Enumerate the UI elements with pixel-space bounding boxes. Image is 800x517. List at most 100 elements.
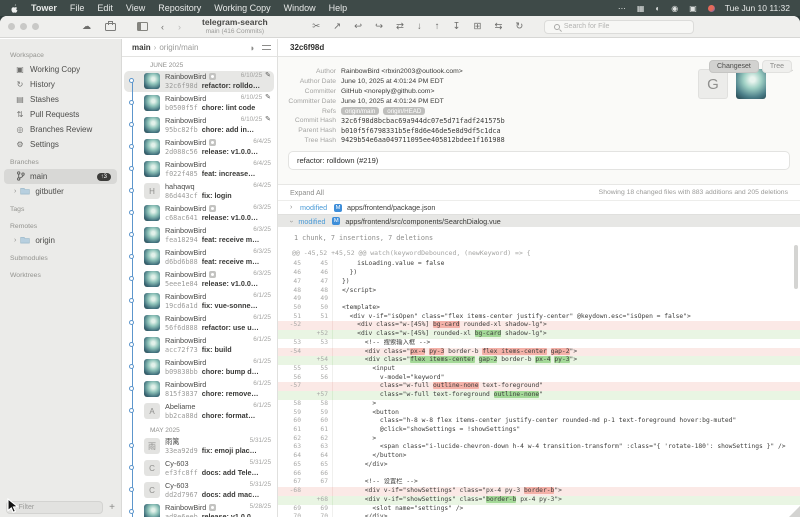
chevron-down-icon[interactable]: › (288, 220, 295, 222)
history-header: main › origin/main ◗ (122, 39, 277, 57)
sidebar-item-branches-review[interactable]: ◎ Branches Review (4, 122, 117, 137)
cloud-sync-icon[interactable]: ☁ (82, 21, 91, 32)
push-icon[interactable]: ↑ (435, 21, 440, 32)
commit-row[interactable]: RainbowBird 6/4/25 f022f485 feat: increase… (122, 158, 277, 180)
old-line-number: 55 (293, 365, 301, 372)
menu-item-tower[interactable]: Tower (31, 3, 57, 13)
detail-field-row: Refs origin/main origin/HEAD (278, 106, 800, 116)
commit-row[interactable]: RainbowBird 6/1/25 acc72f73 fix: build (122, 334, 277, 356)
chevron-right-icon[interactable]: › (290, 204, 300, 211)
upstream-branch[interactable]: origin/main (159, 43, 198, 52)
current-branch[interactable]: main (132, 43, 151, 52)
chevron-right-icon[interactable]: › (14, 237, 16, 244)
sidebar-item-main[interactable]: main ↑3 (4, 169, 117, 184)
menu-clock[interactable]: Tue Jun 10 11:32 (725, 3, 790, 13)
sync-icon[interactable]: ⇄ (396, 21, 404, 32)
commit-row[interactable]: RainbowBird 6/3/25 fea18294 feat: receive m… (122, 224, 277, 246)
expand-all-button[interactable]: Expand All (290, 188, 324, 197)
commit-row[interactable]: C Cy-603 5/31/25 dd2d7967 docs: add mac… (122, 479, 277, 501)
commit-row[interactable]: RainbowBird 6/3/25 d6bd6b88 feat: receive m… (122, 246, 277, 268)
tree-tab[interactable]: Tree (761, 60, 792, 73)
more-icon[interactable]: ⋯ (618, 4, 626, 13)
commit-row[interactable]: RainbowBird 6/1/25 b09838bb chore: bump d… (122, 356, 277, 378)
chevron-right-icon[interactable]: › (14, 188, 16, 195)
old-line-number: -57 (289, 382, 301, 390)
graph-options-icon[interactable] (262, 44, 271, 52)
commit-row[interactable]: RainbowBird 6/10/25 ✎ 32c6f98d refactor: rol… (122, 70, 277, 92)
commit-author: RainbowBird (165, 115, 207, 125)
clock-icon[interactable]: ◗ (250, 43, 255, 53)
zoom-window-button[interactable] (32, 23, 39, 30)
commit-row[interactable]: RainbowBird 6/10/25 ✎ b0500f5f chore: lint c… (122, 92, 277, 114)
services-icon[interactable] (105, 20, 116, 31)
sidebar-item-gitbutler[interactable]: › gitbutler (4, 184, 117, 199)
commit-author: Cy-603 (165, 458, 189, 468)
pull-icon[interactable]: ↓ (417, 21, 422, 32)
commit-row[interactable]: RainbowBird 5/28/25 ad8e6eeb release: v1.0.… (122, 501, 277, 517)
user-switch-icon[interactable]: ▣ (689, 4, 697, 13)
commit-row[interactable]: Hhahaqwq 6/4/25 86d443cf fix: login (122, 180, 277, 202)
menu-item-repository[interactable]: Repository (158, 3, 201, 13)
commit-row[interactable]: RainbowBird 6/3/25 5eee1e84 release: v1.0.0… (122, 268, 277, 290)
sidebar-item-working-copy[interactable]: ▣ Working Copy (4, 62, 117, 77)
sidebar-item-label: main (30, 172, 48, 181)
commit-hash: f022f485 (165, 169, 198, 178)
export-icon[interactable]: ↗ (333, 21, 341, 32)
menu-item-edit[interactable]: Edit (97, 3, 113, 13)
back-button[interactable]: ‹ (161, 22, 164, 32)
diff-line: 65 65 </div> (278, 460, 800, 470)
refresh-icon[interactable]: ↻ (515, 21, 523, 32)
changeset-tab[interactable]: Changeset (709, 60, 759, 73)
sidebar-item-pull-requests[interactable]: ⇅ Pull Requests (4, 107, 117, 122)
graph-node (129, 465, 135, 470)
commit-row[interactable]: RainbowBird 6/1/25 815f3837 chore: remove… (122, 378, 277, 400)
filter-input[interactable]: ▽ Filter (6, 501, 104, 514)
sidebar-item-origin[interactable]: › origin (4, 233, 117, 248)
screen-indicator-icon[interactable] (707, 4, 715, 12)
commit-row[interactable]: RainbowBird 6/10/25 ✎ 95bc82fb chore: add in… (122, 114, 277, 136)
diff-scrollbar[interactable] (794, 245, 798, 289)
commit-row[interactable]: RainbowBird 6/4/25 2d088c56 release: v1.0.0… (122, 136, 277, 158)
menu-item-view[interactable]: View (126, 3, 145, 13)
diff-code: class="w-full text-foreground outline-no… (332, 391, 800, 400)
sidebar-item-settings[interactable]: ⚙ Settings (4, 137, 117, 152)
shield-icon[interactable]: ◉ (671, 4, 678, 13)
forward-button[interactable]: › (178, 22, 181, 32)
archive-icon[interactable]: ⊞ (473, 21, 481, 32)
commit-row[interactable]: RainbowBird 6/3/25 c68ac641 release: v1.0.0… (122, 202, 277, 224)
menu-item-help[interactable]: Help (329, 3, 348, 13)
menu-item-working-copy[interactable]: Working Copy (214, 3, 270, 13)
cherry-pick-icon[interactable]: ↪ (375, 21, 383, 32)
commit-avatar (144, 315, 160, 331)
cut-icon[interactable]: ✂ (312, 21, 320, 32)
diff-code: <slot name="settings" /> (332, 504, 800, 514)
commit-row[interactable]: A Abeliame 6/1/25 bb2ca88d chore: format… (122, 400, 277, 422)
old-line-number: 62 (293, 434, 301, 442)
commit-row[interactable]: 雨雨篱 5/31/25 33ea92d9 fix: emoji plac… (122, 435, 277, 457)
ref-badge[interactable]: origin/HEAD (383, 107, 426, 116)
menu-item-window[interactable]: Window (284, 3, 316, 13)
file-search-input[interactable]: Search for File (543, 19, 694, 34)
sidebar-item-history[interactable]: ↻ History (4, 77, 117, 92)
toggle-sidebar-button[interactable] (137, 22, 148, 31)
changed-file-row[interactable]: › modified Mapps/frontend/package.json (278, 200, 800, 214)
close-window-button[interactable] (8, 23, 15, 30)
commit-row[interactable]: C Cy-603 5/31/25 ef3fc8ff docs: add Tele… (122, 457, 277, 479)
compare-icon[interactable]: ⇆ (494, 21, 502, 32)
diff-line: 59 59 <button (278, 408, 800, 418)
backout-icon[interactable]: ↩ (354, 21, 362, 32)
menu-item-file[interactable]: File (70, 3, 85, 13)
control-center-icon[interactable]: ◐ (655, 4, 660, 13)
new-line-number: 50 (320, 303, 328, 311)
stash-icon[interactable]: ↧ (453, 21, 461, 32)
apple-menu-icon[interactable] (10, 3, 19, 13)
commit-row[interactable]: RainbowBird 6/1/25 56f6d888 refactor: use u… (122, 312, 277, 334)
display-icon[interactable]: ▦ (637, 4, 645, 13)
changed-file-row[interactable]: › modified Mapps/frontend/src/components/S… (278, 213, 800, 228)
ref-badge[interactable]: origin/main (341, 107, 380, 116)
add-button[interactable]: + (109, 502, 115, 513)
commit-row[interactable]: RainbowBird 6/1/25 19cd6a1d fix: vue-sonne… (122, 290, 277, 312)
commit-date: 6/3/25 (253, 270, 271, 278)
sidebar-item-stashes[interactable]: ▤ Stashes (4, 92, 117, 107)
minimize-window-button[interactable] (20, 23, 27, 30)
